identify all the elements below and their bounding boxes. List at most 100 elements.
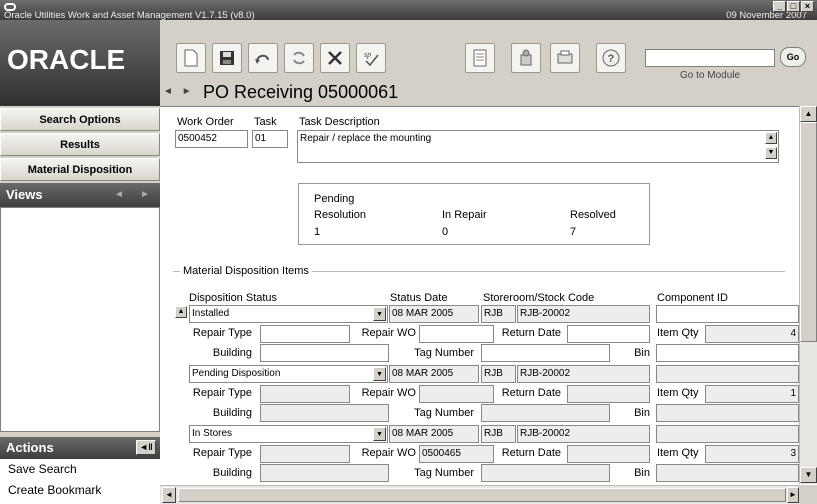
actions-header: Actions ◄‖ xyxy=(0,437,160,459)
work-order-field[interactable]: 0500452 xyxy=(175,130,248,148)
row1-storeroom[interactable]: RJB xyxy=(481,305,516,323)
action-create-bookmark[interactable]: Create Bookmark xyxy=(8,483,101,497)
material-disposition-section-label: Material Disposition Items xyxy=(180,265,312,277)
logo-text: ORACLE xyxy=(7,44,126,75)
row1-item-qty-field[interactable]: 4 xyxy=(705,325,799,343)
scroll-up-icon[interactable]: ▲ xyxy=(800,106,817,122)
svg-text:?: ? xyxy=(608,53,615,65)
row1-stock-code[interactable]: RJB-20002 xyxy=(517,305,650,323)
pending-col-in-repair: In Repair xyxy=(442,209,487,221)
print-icon[interactable] xyxy=(550,43,580,73)
horizontal-scroll-thumb[interactable] xyxy=(178,488,786,502)
row2-item-qty-field[interactable]: 1 xyxy=(705,385,799,403)
views-prev-icon[interactable]: ◄ xyxy=(114,183,124,207)
row1-status-value: Installed xyxy=(192,308,230,319)
row1-bin-field[interactable] xyxy=(656,344,799,362)
sidebar-item-search-options[interactable]: Search Options xyxy=(0,108,160,131)
undo-icon[interactable] xyxy=(248,43,278,73)
row3-item-qty-field[interactable]: 3 xyxy=(705,445,799,463)
row1-building-label: Building xyxy=(212,347,252,359)
row3-status-dropdown-icon[interactable]: ▼ xyxy=(373,427,386,441)
row2-repair-wo-field[interactable] xyxy=(419,385,494,403)
task-label: Task xyxy=(254,116,277,128)
report-icon[interactable] xyxy=(465,43,495,73)
row2-storeroom[interactable]: RJB xyxy=(481,365,516,383)
delete-icon[interactable] xyxy=(320,43,350,73)
scroll-down-icon[interactable]: ▼ xyxy=(800,467,817,483)
row2-stock-code[interactable]: RJB-20002 xyxy=(517,365,650,383)
row2-status-select[interactable]: Pending Disposition ▼ xyxy=(189,365,388,383)
module-input[interactable] xyxy=(645,49,775,67)
nav-forward-icon[interactable]: ► xyxy=(182,86,192,97)
row3-building-field[interactable] xyxy=(260,464,389,482)
row3-repair-type-field[interactable] xyxy=(260,445,350,463)
pending-col-resolution: Resolution xyxy=(314,209,366,221)
sidebar-item-material-disposition[interactable]: Material Disposition xyxy=(0,158,160,181)
row3-return-date-field[interactable] xyxy=(567,445,650,463)
row2-building-label: Building xyxy=(212,407,252,419)
row2-repair-type-field[interactable] xyxy=(260,385,350,403)
oracle-logo: ORACLE xyxy=(0,20,160,106)
scroll-right-icon[interactable]: ► xyxy=(787,487,799,503)
close-button[interactable]: × xyxy=(801,1,814,12)
go-button[interactable]: Go xyxy=(780,47,806,67)
row2-return-date-field[interactable] xyxy=(567,385,650,403)
row1-tag-number-field[interactable] xyxy=(481,344,610,362)
row2-bin-field[interactable] xyxy=(656,404,799,422)
col-header-storeroom-stock: Storeroom/Stock Code xyxy=(483,292,595,304)
collapse-actions-icon[interactable]: ◄‖ xyxy=(136,440,156,455)
vertical-scrollbar[interactable]: ▲ ▼ xyxy=(799,106,817,484)
pending-title: Pending xyxy=(314,193,355,205)
routing-icon[interactable] xyxy=(511,43,541,73)
row1-repair-wo-field[interactable] xyxy=(419,325,494,343)
row3-status-select[interactable]: In Stores ▼ xyxy=(189,425,388,443)
maximize-button[interactable]: □ xyxy=(787,1,800,12)
pending-col-resolved: Resolved xyxy=(570,209,616,221)
row3-stock-code[interactable]: RJB-20002 xyxy=(517,425,650,443)
row2-status-date[interactable]: 08 MAR 2005 xyxy=(389,365,479,383)
task-desc-scroll-up-icon[interactable]: ▲ xyxy=(765,132,777,144)
nav-back-icon[interactable]: ◄ xyxy=(163,86,173,97)
minimize-button[interactable]: _ xyxy=(773,1,786,12)
task-desc-scroll-down-icon[interactable]: ▼ xyxy=(765,147,777,159)
row3-status-date[interactable]: 08 MAR 2005 xyxy=(389,425,479,443)
save-icon[interactable] xyxy=(212,43,242,73)
row3-tag-number-field[interactable] xyxy=(481,464,610,482)
row3-item-qty-label: Item Qty xyxy=(657,447,699,459)
row1-status-dropdown-icon[interactable]: ▼ xyxy=(373,307,386,321)
refresh-icon[interactable] xyxy=(284,43,314,73)
views-panel xyxy=(0,207,160,432)
task-field[interactable]: 01 xyxy=(252,130,288,148)
svg-text:sp: sp xyxy=(364,50,371,59)
actions-label: Actions xyxy=(6,440,54,455)
row2-tag-number-field[interactable] xyxy=(481,404,610,422)
list-scroll-up-icon[interactable]: ▲ xyxy=(175,306,187,318)
row1-tag-number-label: Tag Number xyxy=(414,347,474,359)
row3-storeroom[interactable]: RJB xyxy=(481,425,516,443)
scroll-left-icon[interactable]: ◄ xyxy=(162,487,176,503)
row1-building-field[interactable] xyxy=(260,344,389,362)
row1-status-select[interactable]: Installed ▼ xyxy=(189,305,388,323)
help-icon[interactable]: ? xyxy=(596,43,626,73)
action-save-search[interactable]: Save Search xyxy=(8,462,77,476)
spell-check-icon[interactable]: sp xyxy=(356,43,386,73)
row3-component-id[interactable] xyxy=(656,425,799,443)
new-icon[interactable] xyxy=(176,43,206,73)
views-label: Views xyxy=(6,187,43,202)
row2-component-id[interactable] xyxy=(656,365,799,383)
row1-repair-wo-label: Repair WO xyxy=(361,327,416,339)
goto-module-label: Go to Module xyxy=(680,70,741,81)
row1-component-id[interactable] xyxy=(656,305,799,323)
row1-return-date-field[interactable] xyxy=(567,325,650,343)
horizontal-scrollbar[interactable]: ◄ ► xyxy=(160,485,799,504)
row3-bin-field[interactable] xyxy=(656,464,799,482)
row1-repair-type-field[interactable] xyxy=(260,325,350,343)
row1-status-date[interactable]: 08 MAR 2005 xyxy=(389,305,479,323)
vertical-scroll-thumb[interactable] xyxy=(800,122,817,342)
task-description-field[interactable]: Repair / replace the mounting xyxy=(297,130,779,163)
row2-status-dropdown-icon[interactable]: ▼ xyxy=(373,367,386,381)
sidebar-item-results[interactable]: Results xyxy=(0,133,160,156)
views-next-icon[interactable]: ► xyxy=(140,183,150,207)
row2-building-field[interactable] xyxy=(260,404,389,422)
row3-repair-wo-field[interactable]: 0500465 xyxy=(419,445,494,463)
